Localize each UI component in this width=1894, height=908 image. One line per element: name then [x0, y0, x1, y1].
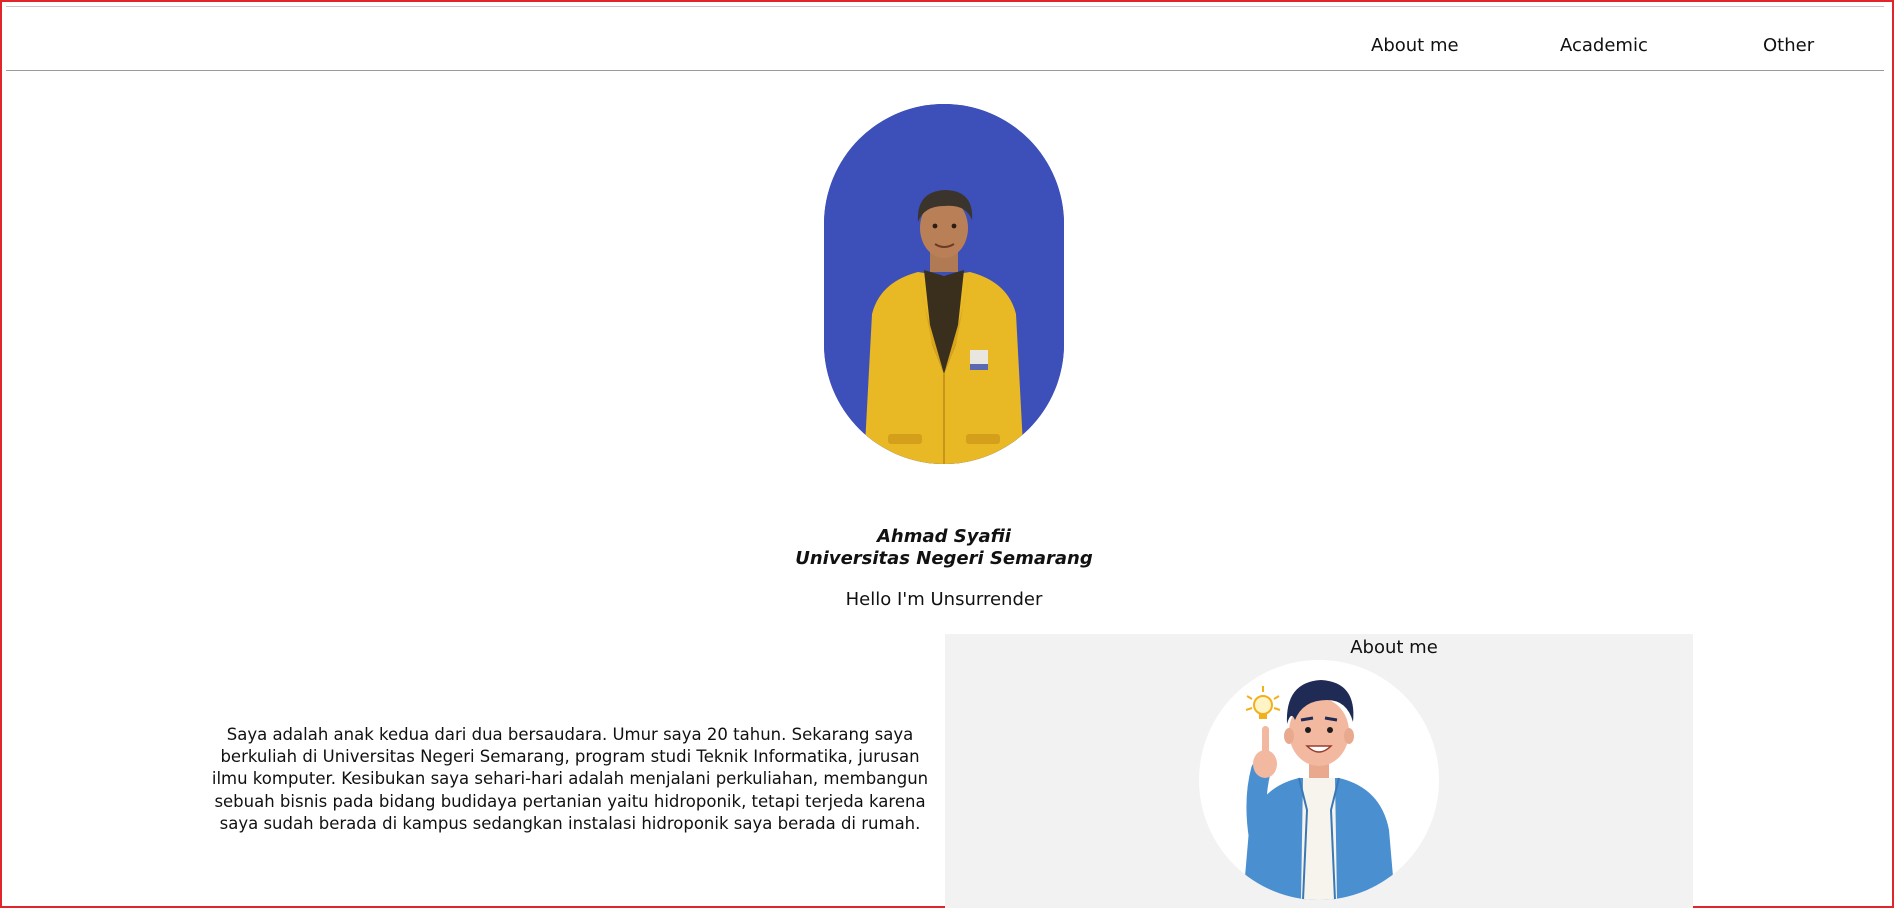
profile-photo-illustration: [824, 104, 1064, 464]
about-description: Saya adalah anak kedua dari dua bersauda…: [211, 725, 929, 833]
about-me-panel: About me: [945, 634, 1693, 908]
profile-university: Universitas Negeri Semarang: [795, 548, 1093, 569]
about-me-title: About me: [1350, 637, 1438, 658]
profile-name: Ahmad Syafii: [877, 526, 1011, 547]
nav-link-about-me[interactable]: About me: [1371, 35, 1459, 56]
profile-tagline: Hello I'm Unsurrender: [845, 589, 1043, 610]
nav-link-other[interactable]: Other: [1763, 35, 1814, 56]
nav-link-academic[interactable]: Academic: [1560, 35, 1648, 56]
lightbulb-icon: [1245, 686, 1281, 719]
about-illustration: [1199, 660, 1439, 900]
top-navbar: About me Academic Other: [6, 6, 1884, 71]
profile-name-block: Ahmad Syafii Universitas Negeri Semarang: [744, 526, 1144, 570]
person-pointing-illustration: [1243, 680, 1395, 900]
navbar-top-divider: [6, 6, 1884, 7]
profile-photo: [824, 104, 1064, 464]
